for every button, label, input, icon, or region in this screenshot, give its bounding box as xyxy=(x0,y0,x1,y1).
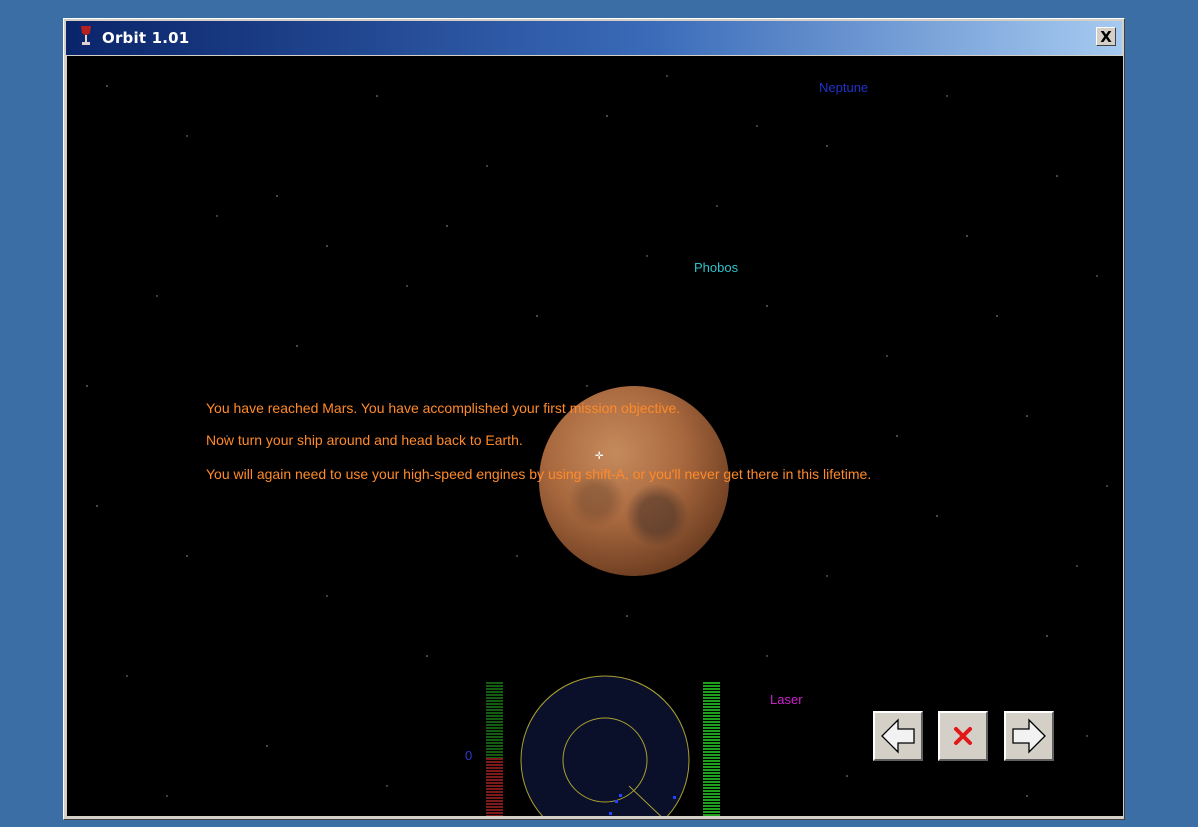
cancel-button[interactable] xyxy=(938,711,988,761)
right-energy-gauge xyxy=(703,682,720,816)
next-button[interactable] xyxy=(1004,711,1054,761)
mission-message-3: You will again need to use your high-spe… xyxy=(206,466,872,482)
left-energy-gauge xyxy=(486,682,503,816)
neptune-label: Neptune xyxy=(819,80,869,95)
game-viewport[interactable]: Neptune Phobos You have reached Mars. Yo… xyxy=(67,56,1123,816)
mission-message-1: You have reached Mars. You have accompli… xyxy=(206,400,681,416)
left-gauge-red-segment xyxy=(486,758,503,816)
app-icon xyxy=(66,25,102,51)
radar-display xyxy=(520,675,690,816)
right-arrow-icon xyxy=(1012,718,1046,754)
phobos-label: Phobos xyxy=(694,260,739,275)
window-title: Orbit 1.01 xyxy=(102,29,190,47)
previous-button[interactable] xyxy=(873,711,923,761)
app-window: Orbit 1.01 X Neptune Phobos You have rea… xyxy=(63,18,1125,820)
mission-message-2: Now turn your ship around and head back … xyxy=(206,432,523,448)
left-arrow-icon xyxy=(881,718,915,754)
close-button[interactable]: X xyxy=(1096,27,1116,46)
gauge-value: 0 xyxy=(465,748,473,763)
crosshair-icon: ✛ xyxy=(595,451,604,462)
red-x-icon xyxy=(954,727,972,745)
title-bar[interactable]: Orbit 1.01 X xyxy=(66,21,1122,55)
weapon-label: Laser xyxy=(770,692,803,707)
